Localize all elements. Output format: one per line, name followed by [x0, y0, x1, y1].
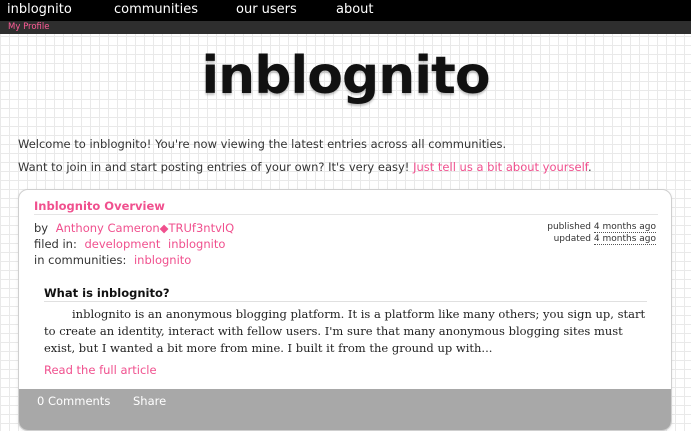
title-divider [34, 214, 658, 215]
nav-item-our-users[interactable]: our users [236, 0, 297, 19]
join-prompt-period: . [588, 160, 592, 174]
entry-excerpt: inblognito is an anonymous blogging plat… [44, 307, 646, 355]
entry-title-link[interactable]: Inblognito Overview [34, 199, 165, 213]
nav-item-about[interactable]: about [336, 0, 374, 19]
published-date: published 4 months ago [547, 221, 656, 233]
published-ago: 4 months ago [593, 222, 656, 233]
sub-navigation-bar: My Profile [0, 21, 691, 34]
share-link[interactable]: Share [133, 394, 166, 408]
nav-item-communities[interactable]: communities [114, 0, 198, 19]
join-prompt: Want to join in and start posting entrie… [18, 160, 592, 174]
updated-ago: 4 months ago [593, 234, 656, 245]
welcome-text: Welcome to inblognito! You're now viewin… [18, 137, 507, 151]
published-label: published [547, 222, 592, 232]
author-line: by Anthony Cameron◆TRUf3ntvlQ [34, 221, 234, 235]
by-label: by [34, 221, 49, 235]
tag-link-development[interactable]: development [84, 237, 160, 251]
section-heading: What is inblognito? [44, 286, 170, 300]
community-link-inblognito[interactable]: inblognito [134, 253, 191, 267]
join-prompt-text: Want to join in and start posting entrie… [18, 160, 410, 174]
tag-link-inblognito[interactable]: inblognito [168, 237, 225, 251]
nav-item-home[interactable]: inblognito [7, 0, 72, 19]
read-more-link[interactable]: Read the full article [44, 363, 157, 377]
my-profile-link[interactable]: My Profile [8, 21, 50, 34]
top-navigation-bar: inblognito communities our users about [0, 0, 691, 21]
entry-dates: published 4 months ago updated 4 months … [547, 221, 656, 245]
entry-footer-bar: 0 Comments Share [19, 389, 671, 430]
comments-link[interactable]: 0 Comments [37, 394, 110, 408]
site-logo: inblognito [201, 46, 490, 106]
communities-label: in communities: [34, 253, 127, 267]
filed-in-line: filed in: development inblognito [34, 237, 225, 251]
updated-date: updated 4 months ago [547, 233, 656, 245]
communities-line: in communities: inblognito [34, 253, 191, 267]
updated-label: updated [553, 234, 592, 244]
author-link[interactable]: Anthony Cameron◆TRUf3ntvlQ [56, 221, 234, 235]
sign-up-link[interactable]: Just tell us a bit about yourself [413, 160, 588, 174]
filed-in-label: filed in: [34, 237, 77, 251]
entry-card: Inblognito Overview by Anthony Cameron◆T… [18, 189, 672, 431]
section-divider [44, 301, 647, 302]
